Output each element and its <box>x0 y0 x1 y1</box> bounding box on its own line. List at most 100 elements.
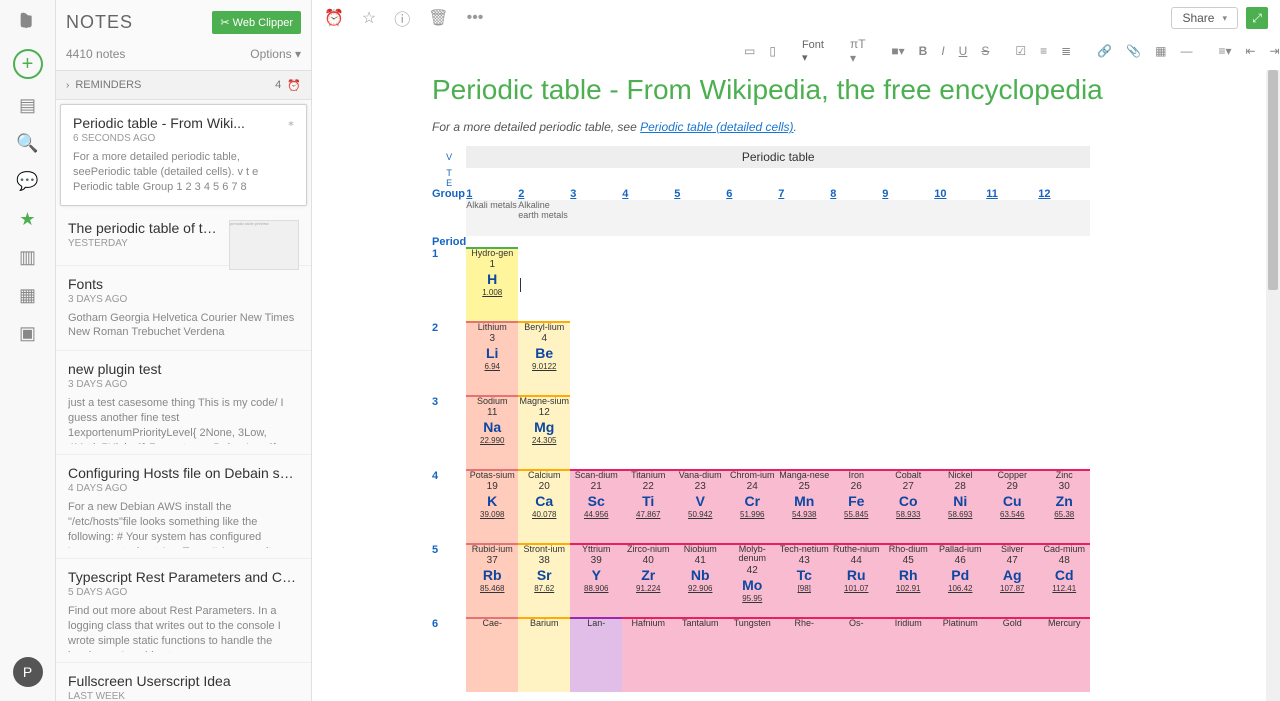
bold-icon[interactable]: B <box>919 44 928 58</box>
options-dropdown[interactable]: Options ▾ <box>250 47 301 61</box>
search-icon[interactable]: 🔍 <box>16 131 40 155</box>
italic-icon[interactable]: I <box>941 44 944 58</box>
element-[interactable]: Hafnium <box>622 618 674 692</box>
hr-icon[interactable]: — <box>1180 44 1192 58</box>
table-icon[interactable]: ▦ <box>1155 44 1166 58</box>
element-[interactable]: Barium <box>518 618 570 692</box>
element-Rb[interactable]: Rubid-ium37Rb85.468 <box>466 544 518 618</box>
indent-icon[interactable]: ⇥ <box>1270 44 1280 58</box>
expand-button[interactable]: ⤢ <box>1246 7 1268 29</box>
checkbox-icon[interactable]: ☑ <box>1015 44 1026 58</box>
element-Ni[interactable]: Nickel28Ni58.693 <box>934 470 986 544</box>
notebooks-icon[interactable]: ▥ <box>16 245 40 269</box>
element-Ti[interactable]: Titanium22Ti47.867 <box>622 470 674 544</box>
group-3[interactable]: 3 <box>570 188 622 200</box>
element-Mn[interactable]: Manga-nese25Mn54.938 <box>778 470 830 544</box>
ol-icon[interactable]: ≣ <box>1061 44 1071 58</box>
element-Sc[interactable]: Scan-dium21Sc44.956 <box>570 470 622 544</box>
group-7[interactable]: 7 <box>778 188 830 200</box>
element-[interactable]: Iridium <box>882 618 934 692</box>
element-Nb[interactable]: Niobium41Nb92.906 <box>674 544 726 618</box>
notes-icon[interactable]: ▤ <box>16 93 40 117</box>
content-scrollbar[interactable] <box>1266 70 1280 701</box>
group-8[interactable]: 8 <box>830 188 882 200</box>
link-icon[interactable]: 🔗 <box>1097 44 1112 58</box>
element-[interactable]: Os- <box>830 618 882 692</box>
group-12[interactable]: 12 <box>1038 188 1090 200</box>
element-Zr[interactable]: Zirco-nium40Zr91.224 <box>622 544 674 618</box>
color-icon[interactable]: ■▾ <box>891 44 904 58</box>
element-Na[interactable]: Sodium11Na22.990 <box>466 396 518 470</box>
element-[interactable]: Rhe- <box>778 618 830 692</box>
note-item[interactable]: Configuring Hosts file on Debain server … <box>56 455 311 559</box>
align-icon[interactable]: ≡▾ <box>1218 44 1231 58</box>
group-1[interactable]: 1 <box>466 188 518 200</box>
notes-scroll[interactable]: ⁎Periodic table - From Wiki...6 SECONDS … <box>56 100 311 701</box>
element-Cd[interactable]: Cad-mium48Cd112.41 <box>1038 544 1090 618</box>
element-Mo[interactable]: Molyb-denum42Mo95.95 <box>726 544 778 618</box>
shortcuts-star-icon[interactable]: ★ <box>16 207 40 231</box>
group-10[interactable]: 10 <box>934 188 986 200</box>
work-chat-icon[interactable]: 💬 <box>16 169 40 193</box>
element-Ca[interactable]: Calcium20Ca40.078 <box>518 470 570 544</box>
detail-link[interactable]: Periodic table (detailed cells) <box>640 120 793 134</box>
element-Pd[interactable]: Pallad-ium46Pd106.42 <box>934 544 986 618</box>
cursor-cell[interactable] <box>518 248 570 322</box>
star-icon[interactable]: ☆ <box>362 8 376 28</box>
element-K[interactable]: Potas-sium19K39.098 <box>466 470 518 544</box>
group-11[interactable]: 11 <box>986 188 1038 200</box>
element-Co[interactable]: Cobalt27Co58.933 <box>882 470 934 544</box>
element-[interactable]: Tantalum <box>674 618 726 692</box>
element-Li[interactable]: Lithium3Li6.94 <box>466 322 518 396</box>
element-Zn[interactable]: Zinc30Zn65.38 <box>1038 470 1090 544</box>
underline-icon[interactable]: U <box>959 44 968 58</box>
element-Ag[interactable]: Silver47Ag107.87 <box>986 544 1038 618</box>
scrollbar-thumb[interactable] <box>1268 70 1278 290</box>
group-4[interactable]: 4 <box>622 188 674 200</box>
element-[interactable]: Tungsten <box>726 618 778 692</box>
element-H[interactable]: Hydro-gen1H1.008 <box>466 248 518 322</box>
vte-v[interactable]: V <box>432 146 466 168</box>
web-clipper-button[interactable]: Web Clipper <box>212 11 301 34</box>
tags-icon[interactable]: ▣ <box>16 321 40 345</box>
element-[interactable]: Cae- <box>466 618 518 692</box>
font-size-icon[interactable]: πT ▾ <box>850 37 865 65</box>
group-6[interactable]: 6 <box>726 188 778 200</box>
note-item[interactable]: new plugin test3 DAYS AGOjust a test cas… <box>56 351 311 455</box>
element-Sr[interactable]: Stront-ium38Sr87.62 <box>518 544 570 618</box>
element-Cu[interactable]: Copper29Cu63.546 <box>986 470 1038 544</box>
element-Y[interactable]: Yttrium39Y88.906 <box>570 544 622 618</box>
stack-icon[interactable]: ▦ <box>16 283 40 307</box>
element-[interactable]: Platinum <box>934 618 986 692</box>
note-item[interactable]: periodic table previewThe periodic table… <box>56 210 311 266</box>
share-button[interactable]: Share▾ <box>1171 7 1238 29</box>
element-Ru[interactable]: Ruthe-nium44Ru101.07 <box>830 544 882 618</box>
element-Cr[interactable]: Chrom-ium24Cr51.996 <box>726 470 778 544</box>
avatar[interactable]: P <box>13 657 43 687</box>
outdent-icon[interactable]: ⇤ <box>1245 44 1255 58</box>
note-item[interactable]: Typescript Rest Parameters and Common5 D… <box>56 559 311 663</box>
vte-e[interactable]: E <box>432 178 466 188</box>
note-item[interactable]: Fonts3 DAYS AGOGotham Georgia Helvetica … <box>56 266 311 352</box>
ul-icon[interactable]: ≡ <box>1040 44 1047 58</box>
group-5[interactable]: 5 <box>674 188 726 200</box>
element-Be[interactable]: Beryl-lium4Be9.0122 <box>518 322 570 396</box>
element-[interactable]: Gold <box>986 618 1038 692</box>
more-icon[interactable]: ••• <box>467 9 484 27</box>
strike-icon[interactable]: S <box>981 44 989 58</box>
reminders-header[interactable]: › REMINDERS 4 ⏰ <box>56 70 311 100</box>
element-[interactable]: Lan- <box>570 618 622 692</box>
undo-icon[interactable]: ▯ <box>769 44 776 58</box>
note-item[interactable]: Fullscreen Userscript IdeaLAST WEEK <box>56 663 311 701</box>
attach-icon[interactable]: 📎 <box>1126 44 1141 58</box>
note-item[interactable]: ⁎Periodic table - From Wiki...6 SECONDS … <box>60 104 307 206</box>
element-[interactable]: Mercury <box>1038 618 1090 692</box>
note-title[interactable]: Periodic table - From Wikipedia, the fre… <box>432 74 1252 106</box>
group-2[interactable]: 2 <box>518 188 570 200</box>
simplify-icon[interactable]: ▭ <box>744 44 755 58</box>
element-Tc[interactable]: Tech-netium43Tc[98] <box>778 544 830 618</box>
vte-t[interactable]: T <box>432 168 466 178</box>
info-icon[interactable]: ⓘ <box>394 6 410 30</box>
element-Fe[interactable]: Iron26Fe55.845 <box>830 470 882 544</box>
note-content[interactable]: Periodic table - From Wikipedia, the fre… <box>312 36 1280 701</box>
